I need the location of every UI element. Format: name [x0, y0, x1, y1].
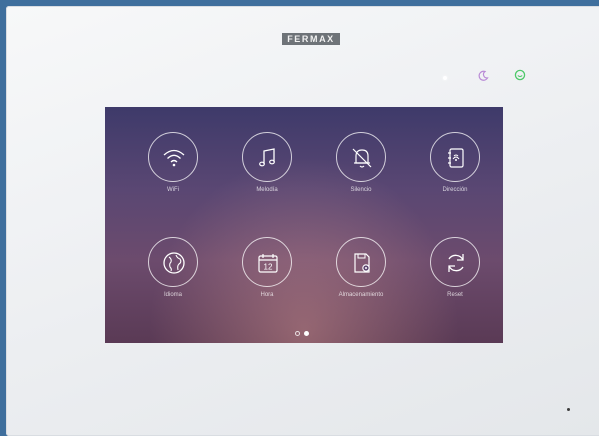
storage-settings-icon [336, 237, 386, 287]
refresh-icon [430, 237, 480, 287]
page-dot-1[interactable] [295, 331, 300, 336]
menu-tile-reset[interactable]: Reset [415, 237, 495, 299]
menu-tile-hora[interactable]: 12 Hora [227, 237, 307, 299]
page-dot-2-active[interactable] [304, 331, 309, 336]
menu-tile-direccion[interactable]: Dirección [415, 132, 495, 194]
menu-tile-silencio[interactable]: Silencio [321, 132, 401, 194]
svg-text:12: 12 [264, 263, 273, 272]
menu-tile-almacenamiento[interactable]: Almacenamiento [321, 237, 401, 299]
menu-label: Reset [447, 292, 463, 298]
menu-tile-melodia[interactable]: Melodía [227, 132, 307, 194]
menu-label: Silencio [350, 187, 372, 193]
menu-tile-idioma[interactable]: Idioma [133, 237, 213, 299]
address-book-icon [430, 132, 480, 182]
menu-label: Hora [260, 292, 274, 298]
menu-label: Dirección [442, 187, 468, 193]
moon-icon[interactable] [477, 69, 489, 87]
page-indicator [295, 331, 319, 337]
menu-label: Melodía [256, 187, 278, 193]
touch-screen: WiFi Melodía Silencio Dirección Idioma 1… [105, 107, 503, 343]
menu-label: Almacenamiento [338, 292, 384, 298]
smile-icon[interactable] [514, 68, 526, 86]
music-note-icon [242, 132, 292, 182]
brand-logo: FERMAX [282, 33, 340, 45]
menu-label: Idioma [163, 292, 182, 298]
menu-tile-wifi[interactable]: WiFi [133, 132, 213, 194]
calendar-icon: 12 [242, 237, 292, 287]
sensor-dot [567, 408, 570, 411]
wifi-icon [148, 132, 198, 182]
bell-off-icon [336, 132, 386, 182]
intercom-monitor: FERMAX WiFi Melodía Silencio Dirección I… [6, 6, 599, 436]
globe-icon [148, 237, 198, 287]
menu-label: WiFi [167, 187, 179, 193]
dot-led-icon [443, 76, 447, 80]
